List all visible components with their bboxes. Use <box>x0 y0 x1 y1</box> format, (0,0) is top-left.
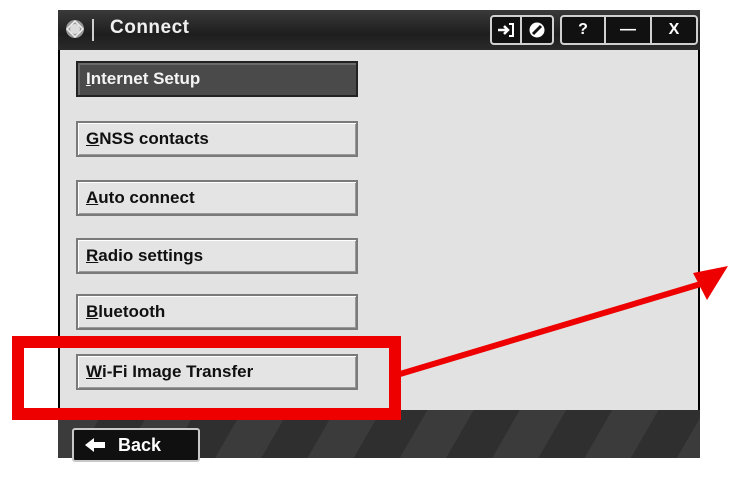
annotation-arrow <box>399 266 728 377</box>
arrow-head-icon <box>693 266 728 300</box>
